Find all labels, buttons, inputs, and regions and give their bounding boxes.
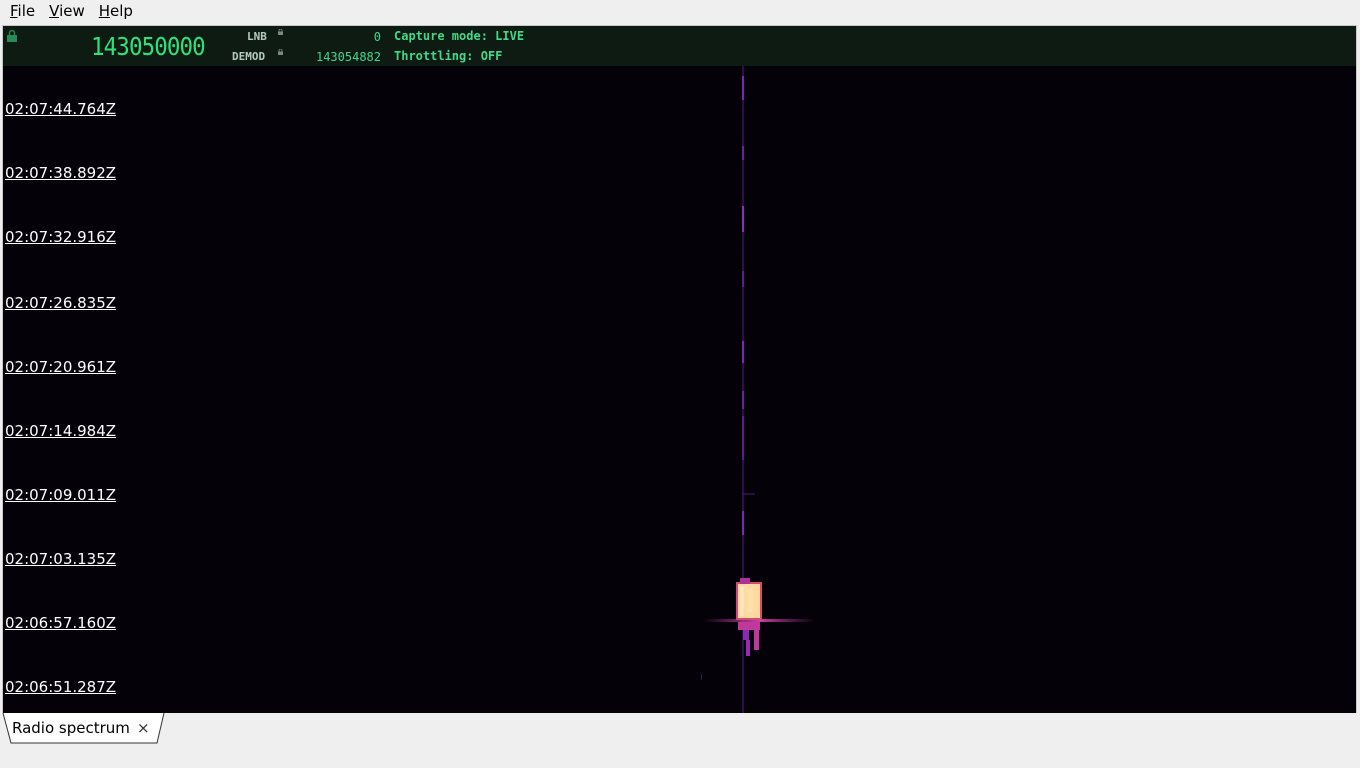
timestamp-label[interactable]: 02:07:09.011Z xyxy=(5,486,116,504)
burst-core xyxy=(747,588,753,612)
tab-radio-spectrum[interactable]: Radio spectrum × xyxy=(1,713,165,744)
tab-bar: Radio spectrum × xyxy=(0,713,1360,768)
timestamp-label[interactable]: 02:07:38.892Z xyxy=(5,164,116,182)
menu-view[interactable]: View xyxy=(44,2,90,20)
carrier-segment xyxy=(742,341,744,363)
close-icon[interactable]: × xyxy=(137,719,150,737)
tab-label: Radio spectrum xyxy=(12,719,130,737)
carrier-segment xyxy=(742,416,744,460)
timestamp-label[interactable]: 02:07:32.916Z xyxy=(5,228,116,246)
waterfall-display[interactable] xyxy=(3,66,1356,714)
timestamp-label[interactable]: 02:07:20.961Z xyxy=(5,358,116,376)
lnb-label: LNB xyxy=(247,30,267,43)
timestamp-label[interactable]: 02:07:03.135Z xyxy=(5,550,116,568)
carrier-segment xyxy=(742,76,744,100)
capture-mode-status: Capture mode: LIVE xyxy=(394,29,525,43)
center-frequency[interactable]: 143050000 xyxy=(91,33,206,61)
lock-icon[interactable] xyxy=(7,30,17,42)
demod-value[interactable]: 143054882 xyxy=(293,50,381,64)
burst-tail xyxy=(738,622,760,630)
menu-file[interactable]: File xyxy=(5,2,40,20)
timestamp-label[interactable]: 02:07:44.764Z xyxy=(5,100,116,118)
burst-tail xyxy=(754,630,759,650)
menu-help[interactable]: Help xyxy=(94,2,138,20)
carrier-segment xyxy=(742,511,744,535)
noise-speck xyxy=(701,674,702,680)
burst-head xyxy=(740,578,750,584)
burst-core xyxy=(740,586,744,616)
carrier-segment xyxy=(742,391,744,409)
carrier-segment xyxy=(742,206,744,232)
demod-lock-icon[interactable] xyxy=(278,49,283,55)
spectrum-panel: 143050000 LNB 0 DEMOD 143054882 Capture … xyxy=(2,25,1357,715)
frequency-header: 143050000 LNB 0 DEMOD 143054882 Capture … xyxy=(3,26,1356,66)
timestamp-label[interactable]: 02:07:14.984Z xyxy=(5,422,116,440)
burst-tail xyxy=(746,640,750,656)
demod-label: DEMOD xyxy=(232,50,266,63)
menu-bar: File View Help xyxy=(0,0,1360,22)
carrier-segment xyxy=(742,146,744,160)
timestamp-label[interactable]: 02:07:26.835Z xyxy=(5,294,116,312)
carrier-segment xyxy=(742,271,744,287)
lnb-value[interactable]: 0 xyxy=(303,30,381,44)
throttling-status: Throttling: OFF xyxy=(394,49,503,63)
timestamp-label[interactable]: 02:06:51.287Z xyxy=(5,678,116,696)
timestamp-label[interactable]: 02:06:57.160Z xyxy=(5,614,116,632)
lnb-lock-icon[interactable] xyxy=(278,29,283,35)
burst-tail xyxy=(743,630,749,640)
